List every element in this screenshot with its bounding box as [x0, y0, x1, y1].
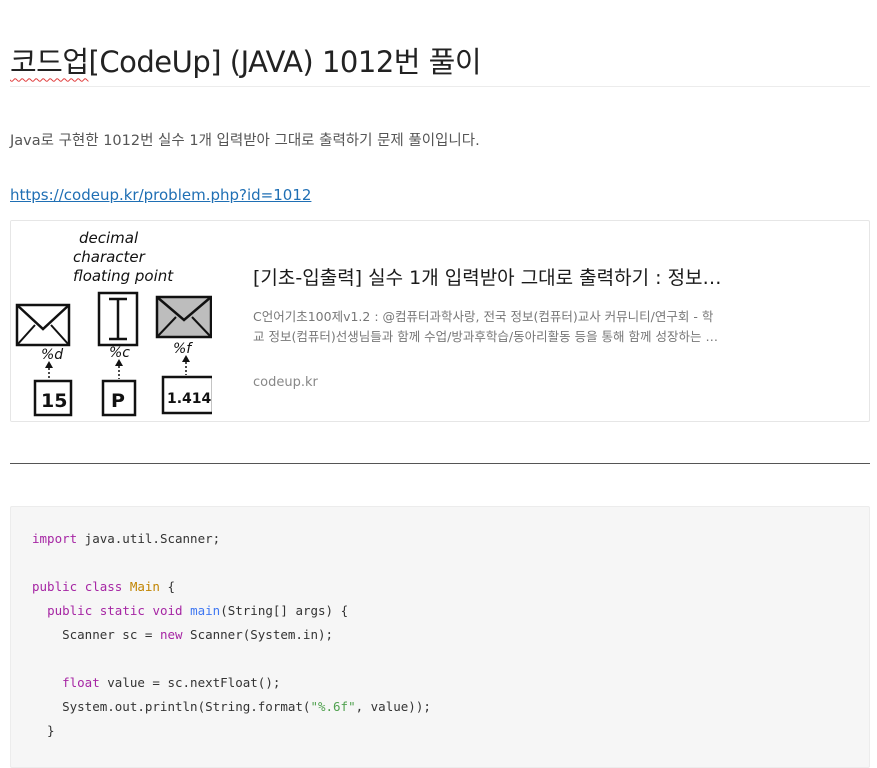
intro-paragraph: Java로 구현한 1012번 실수 1개 입력받아 그대로 출력하기 문제 풀… — [10, 133, 480, 149]
post-title: 코드업[CodeUp] (JAVA) 1012번 풀이 — [10, 39, 482, 81]
card-domain: codeup.kr — [253, 375, 318, 390]
thumb-format-d: %d — [41, 347, 63, 363]
svg-text:15: 15 — [41, 390, 67, 412]
thumb-word-character: character — [73, 248, 146, 266]
envelope-icon — [15, 303, 71, 347]
value-box-p: P — [101, 379, 137, 417]
code-line-8: System.out.println(String.format("%.6f",… — [32, 699, 431, 714]
title-divider — [10, 86, 870, 87]
code-line-3: public class Main { — [32, 579, 176, 594]
svg-text:P: P — [111, 390, 125, 412]
card-title[interactable]: [기초-입출력] 실수 1개 입력받아 그대로 출력하기 : 정보 교사 커뮤니… — [253, 263, 723, 290]
svg-text:1.414: 1.414 — [167, 391, 212, 407]
problem-link[interactable]: https://codeup.kr/problem.php?id=1012 — [10, 186, 311, 204]
thumb-word-floating-point: floating point — [73, 267, 174, 285]
card-thumbnail: decimal character floating point %d %c %… — [11, 221, 215, 421]
code-line-9: } — [32, 723, 55, 738]
grey-envelope-icon — [155, 295, 213, 339]
code-block[interactable]: import java.util.Scanner; public class Ma… — [10, 506, 870, 768]
thumb-word-decimal: decimal — [79, 229, 139, 247]
thumb-format-f: %f — [173, 341, 193, 357]
value-box-1414: 1.414 — [161, 375, 215, 415]
value-box-15: 15 — [33, 379, 73, 417]
code-line-5: Scanner sc = new Scanner(System.in); — [32, 627, 334, 642]
format-specifier-illustration: decimal character floating point %d %c %… — [15, 229, 215, 417]
code-line-7: float value = sc.nextFloat(); — [62, 675, 281, 690]
code-line-4: public static void main(String[] args) { — [47, 603, 349, 618]
card-description: C언어기초100제v1.2 : @컴퓨터과학사랑, 전국 정보(컴퓨터)교사 커… — [253, 309, 717, 344]
code-content: import java.util.Scanner; public class Ma… — [32, 527, 431, 743]
horizontal-rule — [10, 463, 870, 464]
title-rest: [CodeUp] (JAVA) 1012번 풀이 — [88, 45, 482, 80]
title-misspelled-word: 코드업 — [10, 45, 89, 80]
link-preview-card[interactable]: decimal character floating point %d %c %… — [10, 220, 870, 422]
code-line-1: import java.util.Scanner; — [32, 531, 221, 546]
tall-envelope-icon — [97, 291, 139, 347]
thumb-format-c: %c — [109, 345, 130, 361]
